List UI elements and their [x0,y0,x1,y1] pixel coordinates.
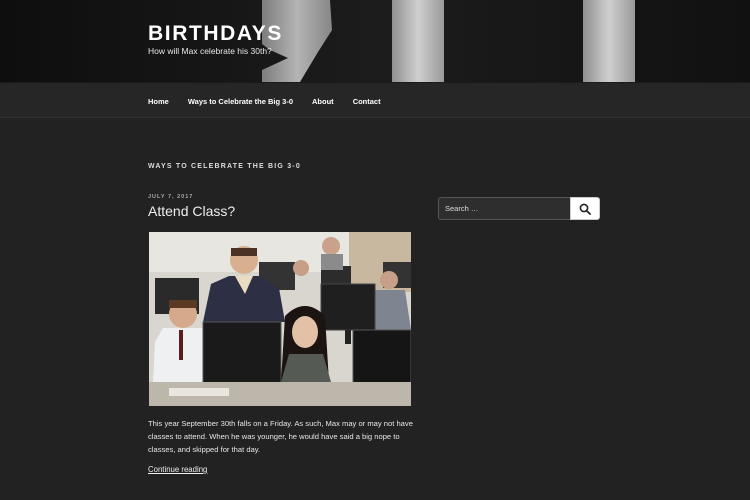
search-input[interactable] [438,197,571,220]
nav-item-home[interactable]: Home [148,97,169,106]
post-featured-image[interactable] [149,232,411,406]
post-title[interactable]: Attend Class? [148,203,235,219]
post-excerpt: This year September 30th falls on a Frid… [148,419,413,454]
main-navigation: Home Ways to Celebrate the Big 3-0 About… [0,82,750,118]
nav-item-contact[interactable]: Contact [353,97,381,106]
nav-item-ways-to-celebrate[interactable]: Ways to Celebrate the Big 3-0 [188,97,293,106]
archive-title: WAYS TO CELEBRATE THE BIG 3-0 [148,163,301,170]
site-header: BIRTHDAYS How will Max celebrate his 30t… [0,0,750,82]
header-image [0,0,750,82]
site-title[interactable]: BIRTHDAYS [148,22,283,46]
nav-item-about[interactable]: About [312,97,334,106]
search-form [438,197,600,220]
search-button[interactable] [570,197,600,220]
search-icon [579,203,591,215]
site-tagline: How will Max celebrate his 30th? [148,46,272,56]
continue-reading-link[interactable]: Continue reading [148,465,207,474]
post-date[interactable]: JULY 7, 2017 [148,194,193,200]
